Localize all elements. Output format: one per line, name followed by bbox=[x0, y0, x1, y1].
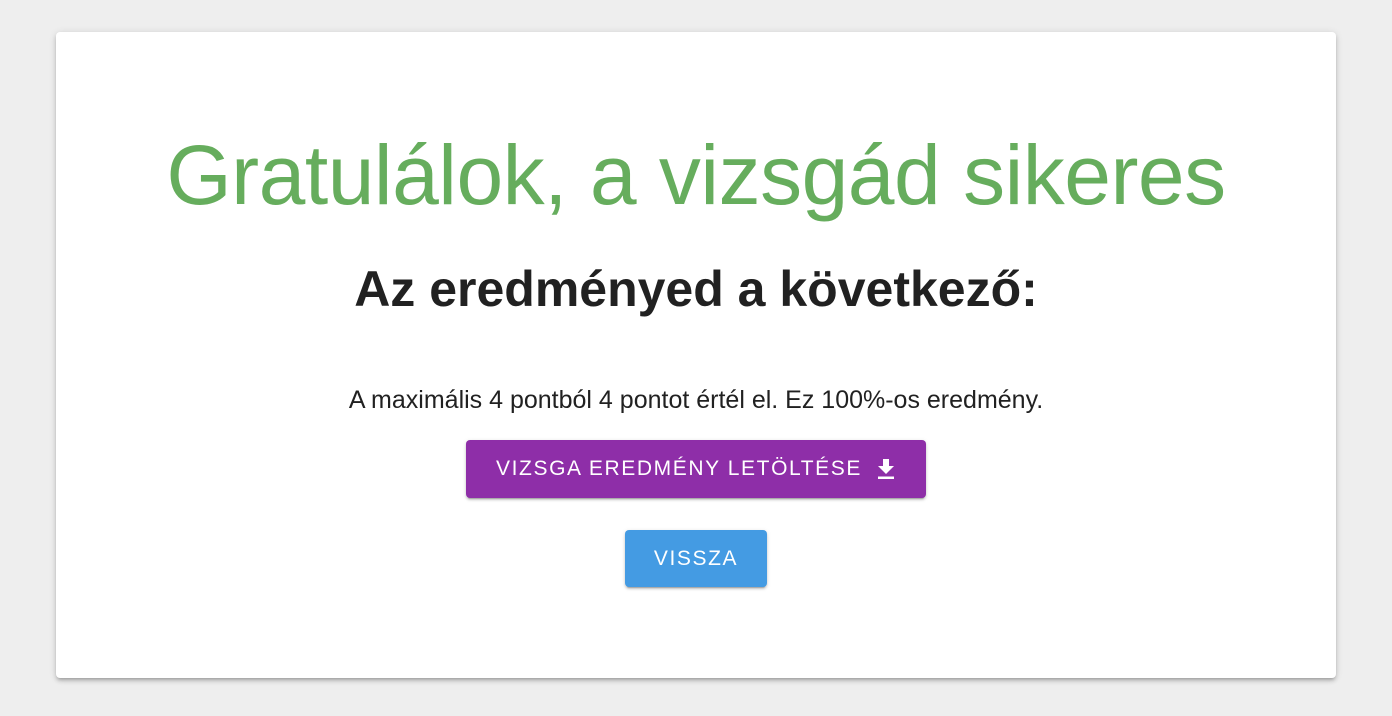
back-label: Vissza bbox=[653, 546, 739, 570]
download-icon bbox=[876, 458, 896, 480]
success-title: Gratulálok, a vizsgád sikeres bbox=[166, 128, 1226, 222]
download-result-button[interactable]: Vizsga eredmény letöltése bbox=[466, 440, 926, 498]
result-heading: Az eredményed a következő: bbox=[354, 261, 1038, 317]
result-card: Gratulálok, a vizsgád sikeres Az eredmén… bbox=[56, 32, 1336, 678]
back-button[interactable]: Vissza bbox=[625, 530, 767, 587]
result-summary: A maximális 4 pontból 4 pontot értél el.… bbox=[348, 386, 1044, 414]
download-result-label: Vizsga eredmény letöltése bbox=[496, 457, 862, 480]
